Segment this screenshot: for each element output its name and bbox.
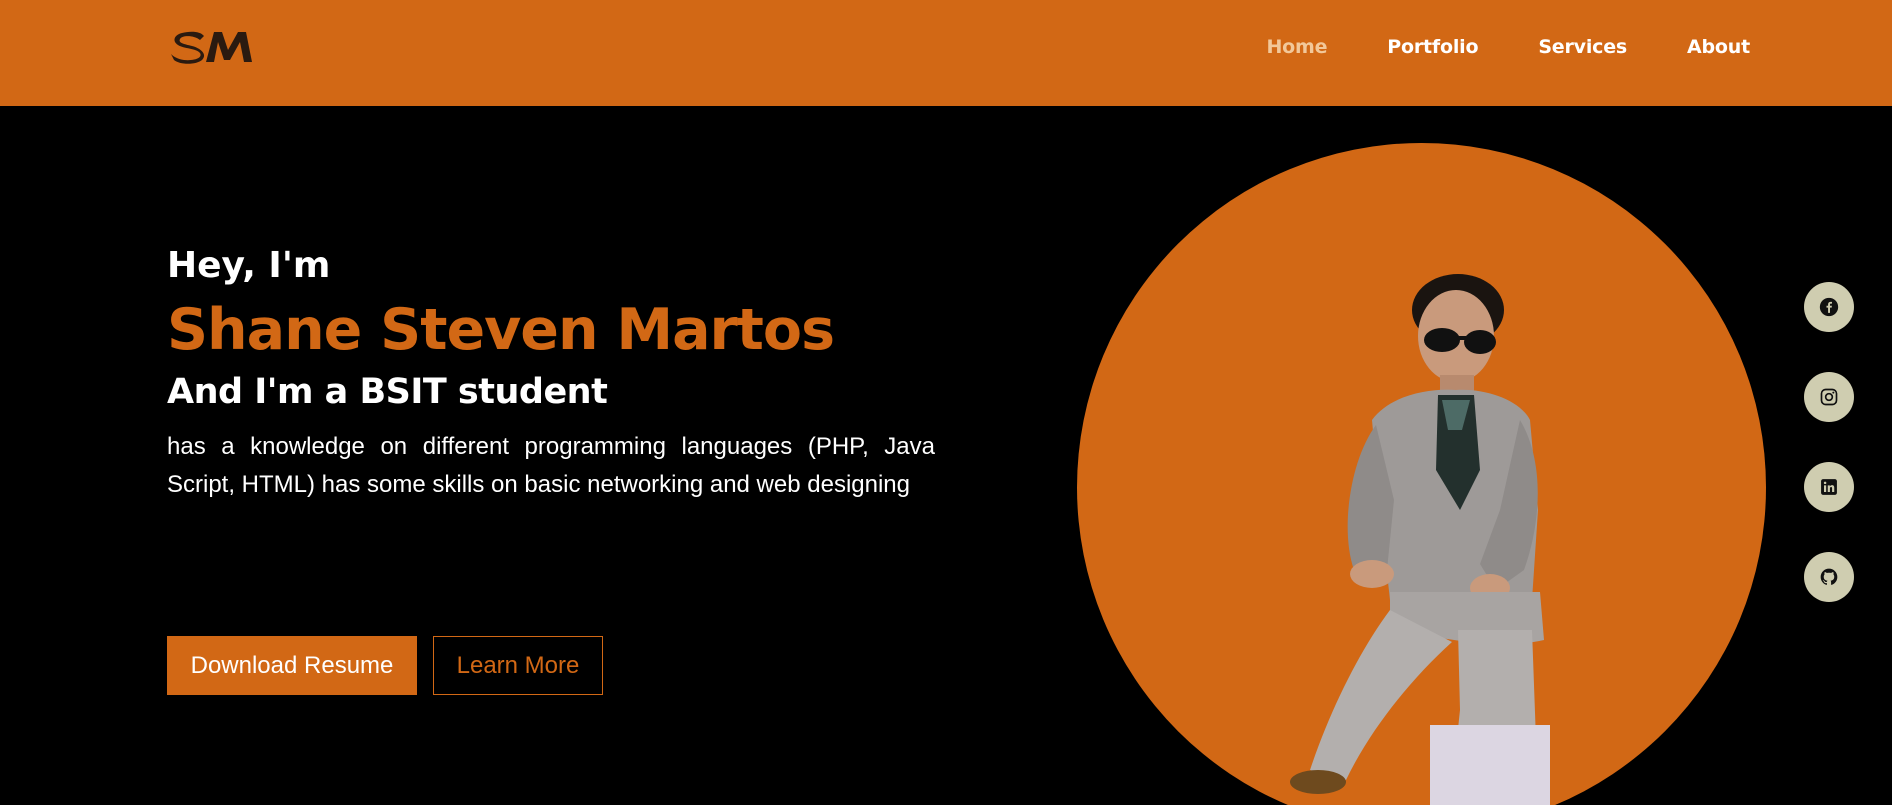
hero-name: Shane Steven Martos xyxy=(167,297,835,363)
hero-text: Hey, I'm Shane Steven Martos And I'm a B… xyxy=(167,244,935,504)
nav-home[interactable]: Home xyxy=(1266,36,1327,58)
linkedin-icon xyxy=(1821,479,1837,495)
nav-about[interactable]: About xyxy=(1687,36,1750,58)
hero-description: has a knowledge on different programming… xyxy=(167,433,935,498)
navbar: Home Portfolio Services About xyxy=(0,0,1892,106)
instagram-button[interactable] xyxy=(1804,372,1854,422)
instagram-icon xyxy=(1820,388,1838,406)
sm-logo-icon xyxy=(171,31,252,64)
download-resume-button[interactable]: Download Resume xyxy=(167,636,417,695)
github-icon xyxy=(1820,568,1838,585)
github-button[interactable] xyxy=(1804,552,1854,602)
main-nav: Home Portfolio Services About xyxy=(1266,36,1750,58)
nav-services[interactable]: Services xyxy=(1538,36,1627,58)
hero-buttons: Download Resume Learn More xyxy=(167,636,603,695)
nav-portfolio[interactable]: Portfolio xyxy=(1387,36,1478,58)
learn-more-button[interactable]: Learn More xyxy=(433,636,603,695)
hero-role: And I'm a BSIT student xyxy=(167,372,608,412)
social-links xyxy=(1804,282,1854,602)
facebook-button[interactable] xyxy=(1804,282,1854,332)
sm-logo[interactable] xyxy=(170,26,262,68)
facebook-icon xyxy=(1819,297,1839,317)
linkedin-button[interactable] xyxy=(1804,462,1854,512)
profile-photo xyxy=(1140,270,1570,805)
hero-greeting: Hey, I'm xyxy=(167,245,331,286)
